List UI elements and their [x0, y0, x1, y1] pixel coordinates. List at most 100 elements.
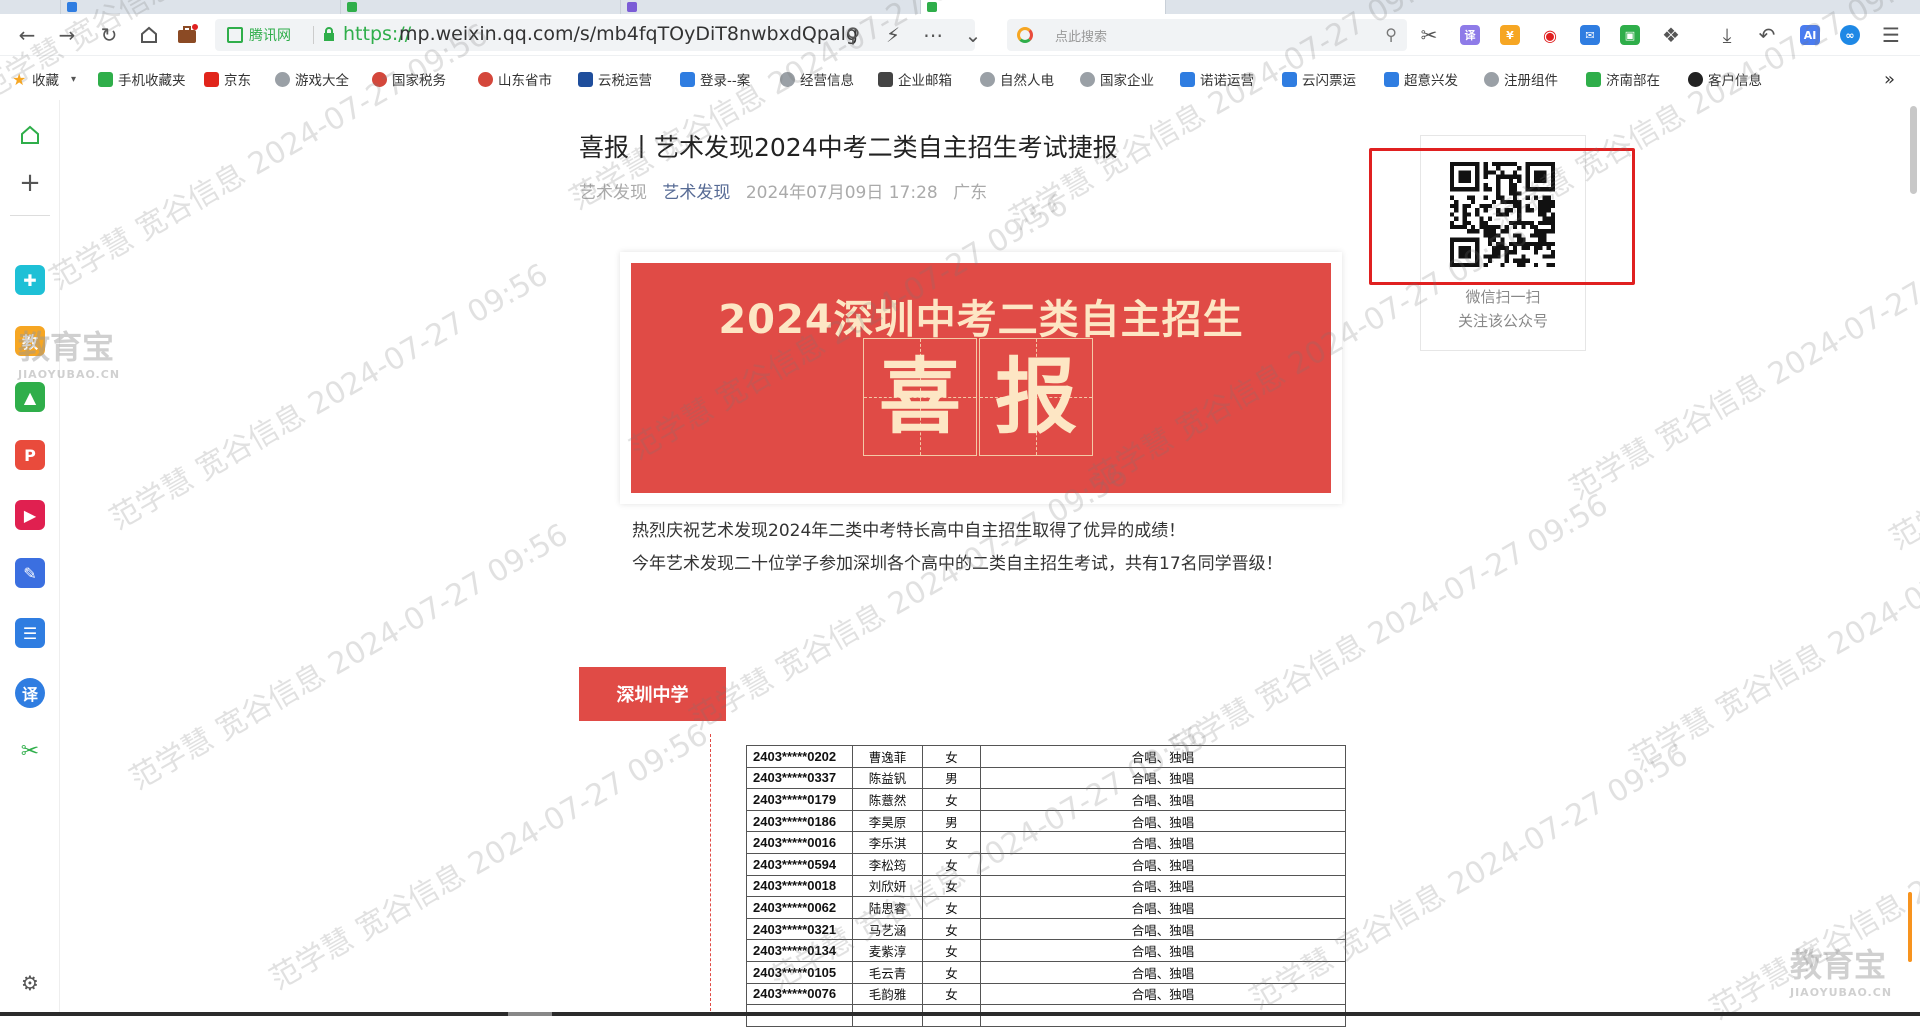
table-row: 2403*****0105 毛云青女合唱、独唱 [746, 960, 1346, 984]
bookmark-item[interactable]: 京东 [204, 69, 251, 89]
bookmark-item[interactable]: 云闪票运 [1282, 69, 1356, 89]
bookmark-item[interactable]: 登录--案 [680, 69, 750, 89]
bookmark-item[interactable]: 云税运营 [578, 69, 652, 89]
watermark-logo-sub: JIAOYUBAO.CN [18, 368, 121, 381]
ai-image-icon[interactable]: ▲ [15, 382, 45, 412]
briefcase-icon[interactable] [172, 20, 202, 50]
download-icon[interactable]: ⤓ [1712, 20, 1742, 50]
translate-ext-icon[interactable]: 译 [1460, 25, 1480, 45]
bookmark-item[interactable]: 注册组件 [1484, 69, 1558, 89]
ai-write-icon[interactable]: ✎ [15, 558, 45, 588]
student-name-cell: 陈薏然 [852, 788, 923, 811]
star-icon: ★ [12, 69, 27, 89]
ai-ext-icon[interactable]: AI [1800, 25, 1820, 45]
student-name-cell: 陆思睿 [852, 896, 923, 919]
bookmark-item[interactable]: 客户信息 [1688, 69, 1762, 89]
search-box[interactable]: 点此搜索 ⚲ [1007, 19, 1407, 51]
bookmark-item[interactable]: 游戏大全 [275, 69, 349, 89]
scrollbar-thumb[interactable] [1910, 106, 1917, 194]
search-engine-icon [1017, 27, 1033, 43]
url-text: mp.weixin.qq.com/s/mb4fqTOyDiT8nwbxdQpal… [399, 23, 858, 45]
tab-favicon-icon [927, 2, 937, 12]
plugin-app-icon[interactable]: ✚ [15, 265, 45, 295]
bookmark-label: 国家企业 [1100, 73, 1154, 89]
chevron-down-icon[interactable]: ▾ [71, 74, 76, 85]
more-dots-icon[interactable]: ⋯ [918, 20, 948, 50]
browser-tab[interactable] [60, 0, 340, 14]
add-icon[interactable]: + [15, 168, 45, 198]
highlight-box [1369, 148, 1635, 285]
asm-icon [578, 71, 593, 87]
sidebar-divider [10, 215, 50, 216]
bookmarks-overflow-button[interactable]: » [1884, 69, 1895, 90]
search-icon[interactable]: ⚲ [1385, 25, 1397, 44]
exam-item-cell: 合唱、独唱 [980, 809, 1346, 833]
bookmark-item[interactable]: 手机收藏夹 [98, 69, 186, 89]
scissors-icon[interactable]: ✂ [15, 736, 45, 766]
zoom-icon[interactable]: ⚲ [838, 20, 868, 50]
weibo-icon[interactable]: ◉ [1540, 25, 1560, 45]
bookmark-label: 国家税务 [392, 73, 446, 89]
student-id-cell: 2403*****0179 [746, 788, 853, 811]
chevron-down-icon[interactable]: ⌄ [958, 20, 988, 50]
settings-gear-icon[interactable]: ⚙ [15, 968, 45, 998]
browser-tab[interactable] [620, 0, 920, 14]
forward-arrow-icon[interactable]: → [52, 20, 82, 50]
bookmark-item[interactable]: 超意兴发 [1384, 69, 1458, 89]
bookmark-item[interactable]: 企业邮箱 [878, 69, 952, 89]
book-ext-icon[interactable]: ▣ [1620, 25, 1640, 45]
watermark-text: 范学慧 宽谷信息 2024-07-27 09:56 [1164, 487, 1615, 768]
undo-icon[interactable]: ↶ [1752, 20, 1782, 50]
bookmark-item[interactable]: 国家税务 [372, 69, 446, 89]
table-row: 2403*****0018 刘欣妍女合唱、独唱 [746, 874, 1346, 898]
ai-video-icon[interactable]: ▶ [15, 500, 45, 530]
page-scrollbar[interactable] [1906, 104, 1920, 1016]
browser-tab-active[interactable] [920, 0, 1165, 14]
bookmark-item[interactable]: 国家企业 [1080, 69, 1154, 89]
publish-location: 广东 [953, 183, 988, 203]
watermark-text: 范学慧 宽谷信息 2024-07-27 09:56 [1624, 497, 1920, 778]
home-icon[interactable] [134, 20, 164, 50]
edge-sync-icon[interactable]: ∞ [1840, 25, 1860, 45]
section-tag: 深圳中学 [579, 667, 726, 721]
browser-toolbar: ← → ↻ 腾讯网 https:// mp.weixin.qq.com/s/mb… [0, 14, 1920, 56]
menu-icon[interactable]: ☰ [1876, 20, 1906, 50]
scroll-accent-indicator [1908, 892, 1912, 962]
cloud-icon [1384, 71, 1399, 87]
gender-cell: 女 [922, 745, 981, 768]
bookmark-item[interactable]: 经营信息 [780, 69, 854, 89]
ai-pdf-icon[interactable]: P [15, 440, 45, 470]
translate-icon[interactable]: 译 [15, 678, 45, 708]
student-id-cell: 2403*****0105 [746, 960, 853, 984]
browser-tab[interactable] [340, 0, 620, 14]
globe-icon [980, 71, 995, 87]
mail-icon[interactable]: ✉ [1580, 25, 1600, 45]
ai-doc-icon[interactable]: ☰ [15, 618, 45, 648]
bookmark-item[interactable]: 诺诺运营 [1180, 69, 1254, 89]
bookmark-item[interactable]: 济南部在 [1586, 69, 1660, 89]
reload-icon[interactable]: ↻ [94, 20, 124, 50]
bookmark-item[interactable]: 自然人电 [980, 69, 1054, 89]
gender-cell: 女 [922, 917, 981, 941]
student-name-cell: 毛云青 [852, 960, 923, 984]
gender-cell: 男 [922, 809, 981, 833]
extensions-puzzle-icon[interactable]: ❖ [1656, 20, 1686, 50]
coupon-ext-icon[interactable]: ¥ [1500, 25, 1520, 45]
exam-item-cell: 合唱、独唱 [980, 874, 1346, 898]
exam-item-cell: 合唱、独唱 [980, 960, 1346, 984]
banner-title: 2024深圳中考二类自主招生 [718, 297, 1244, 343]
back-arrow-icon[interactable]: ← [12, 20, 42, 50]
table-row: 2403*****0016 李乐淇女合唱、独唱 [746, 831, 1346, 854]
cloud-icon [1282, 71, 1297, 87]
account-link[interactable]: 艺术发现 [662, 183, 730, 203]
lightning-icon[interactable]: ⚡ [878, 20, 908, 50]
bookmark-item[interactable]: 山东省市 [478, 69, 552, 89]
home-icon[interactable] [15, 120, 45, 150]
watermark-logo-text: 教育宝 [18, 328, 115, 366]
table-row: 2403*****0337 陈益钒男合唱、独唱 [746, 766, 1346, 790]
watermark-text: 范学慧 宽谷信息 2024-07-27 09:56 [104, 257, 555, 538]
bookmark-label: 企业邮箱 [898, 73, 952, 89]
scissors-icon[interactable]: ✂ [1414, 20, 1444, 50]
bookmark-item[interactable]: ★ 收藏 ▾ [12, 69, 76, 89]
browser-tab[interactable] [1165, 0, 1465, 14]
